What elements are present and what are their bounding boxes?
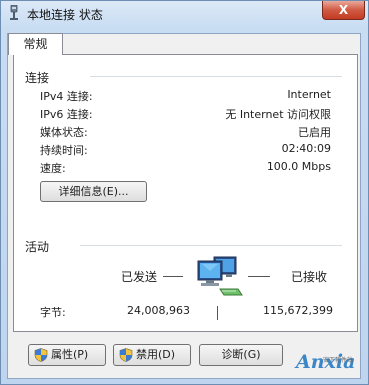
disable-button-label: 禁用(D) (136, 348, 176, 361)
properties-button-label: 属性(P) (51, 348, 89, 361)
network-computers-icon (197, 256, 243, 296)
bytes-label: 字节: (40, 306, 66, 319)
sent-dash (163, 276, 183, 277)
bytes-sent-value: 24,008,963 (127, 304, 190, 317)
ipv4-label: IPv4 连接: (40, 90, 93, 103)
disable-button[interactable]: 禁用(D) (113, 344, 191, 366)
window-title: 本地连接 状态 (27, 8, 103, 22)
received-dash (248, 276, 270, 277)
ipv6-value: 无 Internet 访问权限 (225, 108, 331, 121)
close-button[interactable]: X (322, 1, 365, 20)
received-label: 已接收 (291, 270, 328, 284)
title-bar[interactable]: 本地连接 状态 (1, 1, 368, 27)
duration-value: 02:40:09 (281, 142, 331, 155)
watermark-subtitle: 安下软件站 (323, 357, 354, 364)
media-state-label: 媒体状态: (40, 126, 88, 139)
ipv4-value: Internet (287, 88, 331, 101)
tab-general[interactable]: 常规 (8, 33, 63, 55)
sent-label: 已发送 (121, 270, 158, 284)
ipv6-label: IPv6 连接: (40, 108, 93, 121)
speed-value: 100.0 Mbps (266, 160, 331, 173)
media-state-value: 已启用 (298, 126, 331, 139)
duration-label: 持续时间: (40, 144, 88, 157)
connector-line (217, 306, 218, 320)
properties-button[interactable]: 属性(P) (28, 344, 106, 366)
speed-label: 速度: (40, 162, 66, 175)
details-button[interactable]: 详细信息(E)... (40, 181, 147, 202)
site-watermark: Anxia 安下软件站 (296, 351, 366, 381)
connection-section-label: 连接 (25, 71, 50, 85)
diagnose-button[interactable]: 诊断(G) (199, 344, 283, 366)
activity-section-label: 活动 (25, 240, 50, 254)
shield-icon (119, 348, 133, 362)
connection-divider (90, 76, 342, 77)
activity-divider (80, 245, 342, 246)
network-connection-icon (10, 5, 18, 20)
bytes-received-value: 115,672,399 (263, 304, 333, 317)
shield-icon (34, 348, 48, 362)
